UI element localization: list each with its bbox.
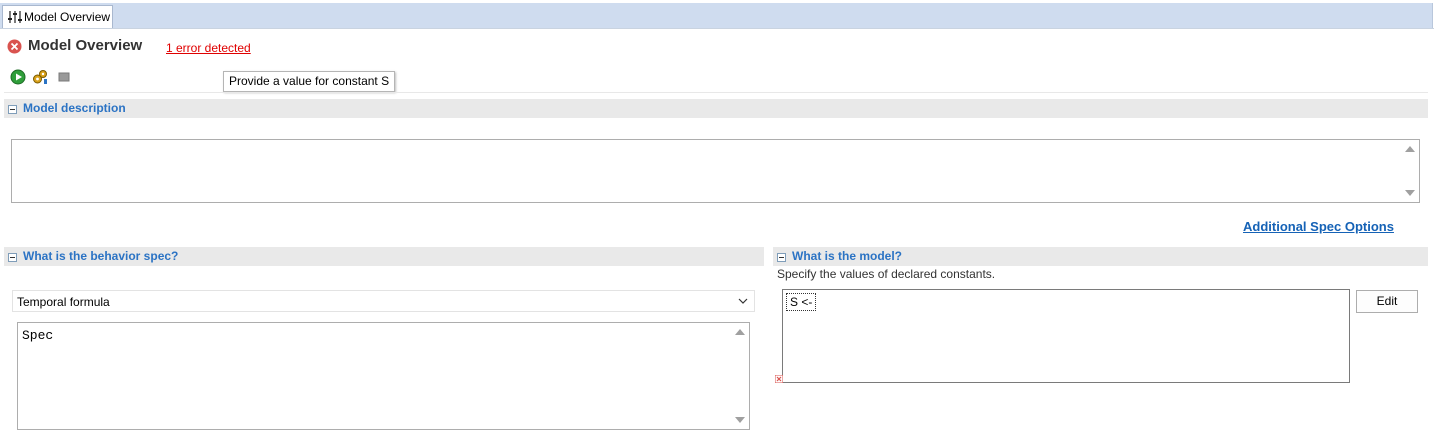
error-detected-link[interactable]: 1 error detected <box>166 41 251 55</box>
edit-button[interactable]: Edit <box>1356 290 1418 313</box>
vertical-scrollbar[interactable] <box>732 323 749 429</box>
scroll-up-icon[interactable] <box>735 329 745 335</box>
tab-strip-background <box>0 3 1433 28</box>
section-bar-behavior-spec[interactable]: What is the behavior spec? <box>4 247 764 266</box>
tab-strip-divider <box>0 28 1434 29</box>
chevron-down-icon <box>738 298 748 304</box>
model-description-textarea[interactable] <box>11 139 1420 203</box>
model-description-label: Specify the values of declared constants… <box>777 267 996 281</box>
collapse-toggle-icon[interactable] <box>8 105 17 114</box>
error-icon <box>7 39 22 54</box>
formula-text: Spec <box>22 328 54 343</box>
section-title: What is the behavior spec? <box>23 249 179 263</box>
section-bar-model[interactable]: What is the model? <box>773 247 1428 266</box>
header-divider <box>4 92 1428 93</box>
run-icon[interactable] <box>10 69 26 85</box>
page-title: Model Overview <box>28 37 143 54</box>
scroll-up-icon[interactable] <box>1405 146 1415 152</box>
sliders-icon <box>8 11 22 23</box>
additional-spec-options-link[interactable]: Additional Spec Options <box>1243 219 1394 234</box>
editor-tab-strip: Model Overview <box>0 0 1434 29</box>
constants-list[interactable]: S <- <box>782 289 1350 383</box>
tooltip: Provide a value for constant S <box>223 71 396 92</box>
error-marker-icon <box>775 375 783 383</box>
collapse-toggle-icon[interactable] <box>8 253 17 262</box>
tab-model-overview[interactable]: Model Overview <box>2 5 113 28</box>
vertical-scrollbar[interactable] <box>1402 140 1419 202</box>
scroll-down-icon[interactable] <box>1405 190 1415 196</box>
gears-icon[interactable] <box>32 69 48 85</box>
list-item[interactable]: S <- <box>786 293 817 311</box>
stop-icon[interactable] <box>56 69 72 85</box>
selected-option: Temporal formula <box>17 295 110 309</box>
collapse-toggle-icon[interactable] <box>777 253 786 262</box>
section-bar-model-description[interactable]: Model description <box>4 99 1428 118</box>
section-title: Model description <box>23 101 126 115</box>
scroll-down-icon[interactable] <box>735 417 745 423</box>
temporal-formula-textarea[interactable]: Spec <box>17 322 750 430</box>
tab-label: Model Overview <box>24 10 111 24</box>
section-title: What is the model? <box>792 249 903 263</box>
behavior-spec-select[interactable]: Temporal formula <box>12 290 755 312</box>
